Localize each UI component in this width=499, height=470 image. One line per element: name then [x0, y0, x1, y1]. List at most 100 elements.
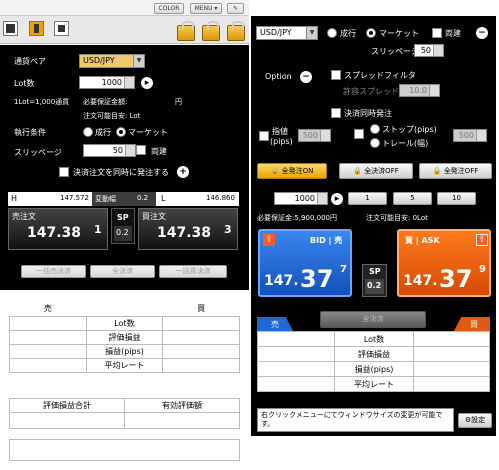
buy-order-tile[interactable]: 買注文 147.38 3	[138, 208, 238, 250]
limit-label: 指値	[272, 127, 288, 136]
all-order-off-button[interactable]: 🔒 全発注OFF	[419, 163, 492, 179]
lot-preset-5[interactable]: 5	[393, 192, 432, 205]
exec-radio-market[interactable]	[366, 28, 376, 38]
both-checkbox[interactable]	[136, 145, 146, 155]
play-icon[interactable]: ▸	[331, 193, 343, 205]
all-settle-button[interactable]: 全決済	[90, 265, 155, 278]
ask-price-main: 37	[439, 265, 473, 293]
exec-opt1: 成行	[95, 128, 111, 137]
spread-filter-label: スプレッドフィルタ	[344, 71, 416, 80]
pair-value: USD/JPY	[83, 56, 115, 65]
lock-icon[interactable]	[202, 21, 220, 41]
layout-single-icon[interactable]	[3, 21, 18, 36]
exec-radio-market[interactable]	[116, 127, 126, 137]
stop-spinner[interactable]	[476, 130, 486, 141]
bulk-buy-settle-button[interactable]: 一括買決済	[159, 265, 227, 278]
lot-preset-1[interactable]: 1	[348, 192, 387, 205]
ask-price-last: 9	[479, 264, 486, 275]
order-estimate: 注文可能目安: Lot	[83, 112, 141, 120]
low-label: L	[161, 194, 166, 203]
spread-box: SP 0.2	[362, 264, 387, 297]
sp-label: SP	[369, 267, 381, 276]
buy-price-last: 3	[224, 223, 232, 236]
lot-spinner[interactable]	[124, 77, 134, 88]
lock-icon: 🔒	[353, 167, 362, 175]
allow-spread-input[interactable]: 10.0	[399, 84, 440, 97]
all-order-on-button[interactable]: 🔒 全発注ON	[257, 163, 327, 179]
ask-buy-tile[interactable]: 買 | ASK ⇧ 147. 37 9	[397, 229, 491, 297]
slip-input[interactable]: 50	[414, 44, 444, 57]
settings-button[interactable]: ⚙設定	[458, 413, 492, 428]
play-icon[interactable]: ▸	[141, 77, 153, 89]
sell-order-tile[interactable]: 売注文 147.38 1	[8, 208, 108, 250]
trail-radio[interactable]	[370, 138, 380, 148]
eval-table: 評価損益合計 有効評価額	[9, 398, 240, 429]
margin-unit: 円	[175, 98, 182, 106]
pin-icon[interactable]: ✎	[227, 3, 244, 14]
lot-preset-10[interactable]: 10	[437, 192, 476, 205]
bulk-sell-settle-button[interactable]: 一括売決済	[21, 265, 86, 278]
sell-price-main: 147.38	[27, 225, 82, 241]
price-range-bar: H 147.572 変動幅 0.2 L 146.860	[8, 192, 239, 206]
order-panel: 通貨ペア USD/JPY ▼ Lot数 1000 ▸ 1Lot=1,000通貨 必…	[0, 45, 249, 290]
stop-radio[interactable]	[370, 124, 380, 134]
status-area	[9, 439, 240, 461]
sp-label: SP	[117, 213, 129, 222]
bid-sell-tile[interactable]: ⇧ BID | 売 147. 37 7	[258, 229, 352, 297]
menu-button[interactable]: MENU ▾	[190, 3, 222, 14]
all-settle-off-button[interactable]: 🔒 全決済OFF	[339, 163, 413, 179]
table-row: 損益(pips)	[9, 343, 240, 359]
both-label: 両建	[445, 29, 461, 38]
allow-spread-spinner[interactable]	[429, 85, 439, 96]
all-off-label: 全発注OFF	[443, 167, 479, 175]
position-table: Lot数 評価損益 損益(pips) 平均レート	[257, 331, 490, 392]
lot-spinner[interactable]	[317, 193, 327, 204]
spread-filter-checkbox[interactable]	[331, 70, 341, 80]
table-header-buy: 買	[162, 302, 240, 317]
limit-spinner[interactable]	[320, 130, 330, 141]
pair-select[interactable]: USD/JPY ▼	[79, 54, 145, 68]
lot-input[interactable]: 1000	[274, 192, 328, 205]
lot-note: 1Lot=1,000通貨	[14, 98, 70, 106]
collapse-option-icon[interactable]: −	[300, 71, 312, 83]
range-box: 変動幅 0.2	[92, 192, 156, 206]
slip-value: 50	[420, 46, 431, 55]
layout-compact-icon[interactable]	[54, 21, 69, 36]
tab-buy[interactable]: 買	[454, 317, 490, 331]
slip-spinner[interactable]	[433, 45, 443, 56]
bid-price-last: 7	[340, 264, 347, 275]
all-settle-button[interactable]: 全決済	[320, 311, 426, 328]
color-button[interactable]: COLOR	[154, 3, 184, 14]
row-label: Lot数	[85, 315, 164, 331]
ask-price-prefix: 147.	[403, 273, 438, 289]
title-toolbar: COLOR MENU ▾ ✎	[0, 0, 249, 16]
limit-input[interactable]: 500	[298, 129, 331, 142]
lock-icon[interactable]	[227, 21, 245, 41]
both-checkbox[interactable]	[432, 28, 442, 38]
limit-checkbox[interactable]	[259, 131, 269, 141]
slip-input[interactable]: 50	[83, 144, 136, 157]
lock-icon[interactable]	[177, 21, 195, 41]
collapse-icon[interactable]: −	[476, 27, 488, 39]
table-row: 平均レート	[9, 357, 240, 373]
add-icon[interactable]: +	[177, 166, 189, 178]
tab-sell[interactable]: 売	[257, 317, 293, 331]
exec-radio-market-order[interactable]	[83, 127, 93, 137]
exec-opt2: マーケット	[128, 128, 168, 137]
settle-checkbox[interactable]	[59, 167, 69, 177]
lot-input[interactable]: 1000	[79, 76, 135, 89]
settle-same-checkbox[interactable]	[331, 108, 341, 118]
stop-value: 500	[458, 131, 474, 140]
stop-checkbox[interactable]	[354, 129, 364, 139]
pair-value: USD/JPY	[260, 28, 292, 37]
limit-value: 500	[302, 131, 318, 140]
stop-input[interactable]: 500	[453, 129, 487, 142]
settle-same-label: 決済同時発注	[344, 109, 392, 118]
slip-spinner[interactable]	[125, 145, 135, 156]
exec-opt2: マーケット	[379, 29, 419, 38]
table-row: 平均レート	[257, 376, 490, 392]
pair-select[interactable]: USD/JPY ▼	[256, 26, 318, 40]
layout-split-icon[interactable]	[29, 21, 44, 36]
spread-box: SP 0.2	[111, 208, 135, 244]
exec-radio-market-order[interactable]	[327, 28, 337, 38]
